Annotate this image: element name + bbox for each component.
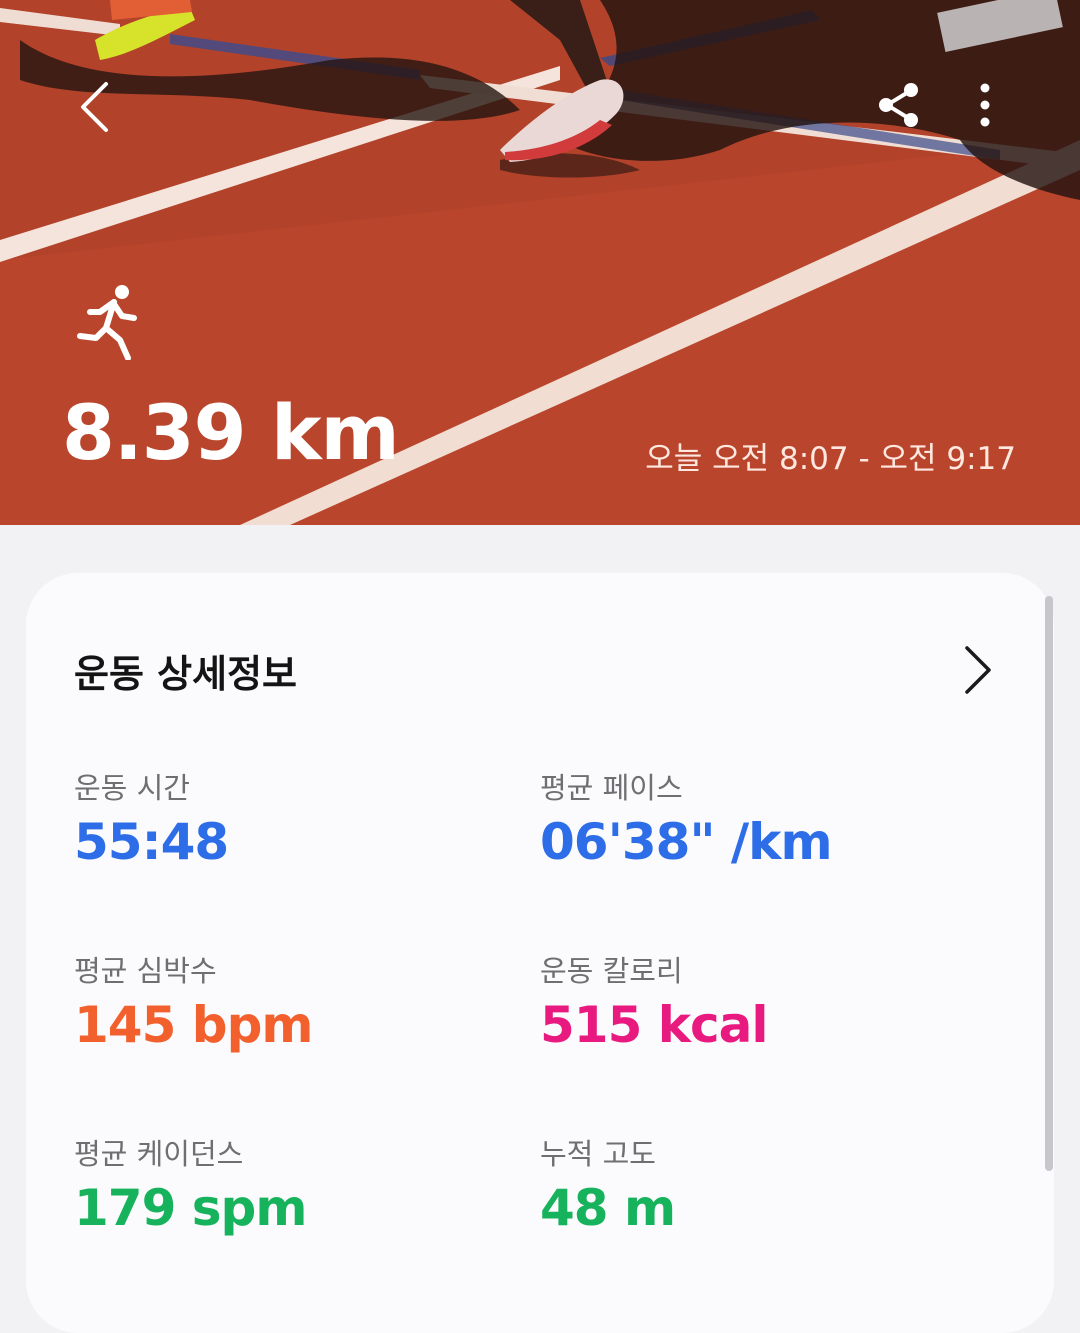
stat-elevation-gain: 누적 고도 48 m bbox=[540, 1131, 676, 1237]
stat-value: 06'38" /km bbox=[540, 813, 833, 871]
stat-label: 운동 시간 bbox=[74, 771, 190, 805]
hero-header: 8.39 km 오늘 오전 8:07 - 오전 9:17 bbox=[0, 0, 1080, 525]
stat-value: 179 spm bbox=[74, 1179, 307, 1237]
workout-distance: 8.39 km bbox=[62, 388, 400, 477]
more-vertical-icon bbox=[980, 83, 990, 127]
more-options-button[interactable] bbox=[955, 72, 1015, 138]
stat-average-heart-rate: 평균 심박수 145 bpm bbox=[74, 948, 313, 1054]
card-title: 운동 상세정보 bbox=[74, 652, 297, 696]
workout-details-card: 운동 상세정보 운동 시간 55:48 평균 페이스 06'38" /km 평균… bbox=[26, 573, 1054, 1333]
stat-calories: 운동 칼로리 515 kcal bbox=[540, 948, 769, 1054]
stat-label: 운동 칼로리 bbox=[540, 954, 683, 988]
details-open-button[interactable] bbox=[954, 639, 1002, 701]
share-icon bbox=[879, 83, 918, 127]
running-icon bbox=[77, 285, 137, 360]
chevron-left-icon bbox=[81, 82, 108, 132]
stat-duration: 운동 시간 55:48 bbox=[74, 765, 229, 871]
stat-label: 누적 고도 bbox=[540, 1137, 656, 1171]
stat-value: 515 kcal bbox=[540, 996, 769, 1054]
workout-time-range: 오늘 오전 8:07 - 오전 9:17 bbox=[645, 441, 1016, 477]
stat-label: 평균 심박수 bbox=[74, 954, 217, 988]
share-button[interactable] bbox=[866, 72, 932, 138]
stat-value: 55:48 bbox=[74, 813, 229, 871]
stat-value: 145 bpm bbox=[74, 996, 313, 1054]
stat-value: 48 m bbox=[540, 1179, 676, 1237]
stat-label: 평균 페이스 bbox=[540, 771, 683, 805]
back-button[interactable] bbox=[60, 70, 130, 144]
stat-average-cadence: 평균 케이던스 179 spm bbox=[74, 1131, 307, 1237]
scrollbar[interactable] bbox=[1045, 596, 1053, 1171]
stat-average-pace: 평균 페이스 06'38" /km bbox=[540, 765, 833, 871]
chevron-right-icon bbox=[965, 646, 991, 694]
stat-label: 평균 케이던스 bbox=[74, 1137, 244, 1171]
